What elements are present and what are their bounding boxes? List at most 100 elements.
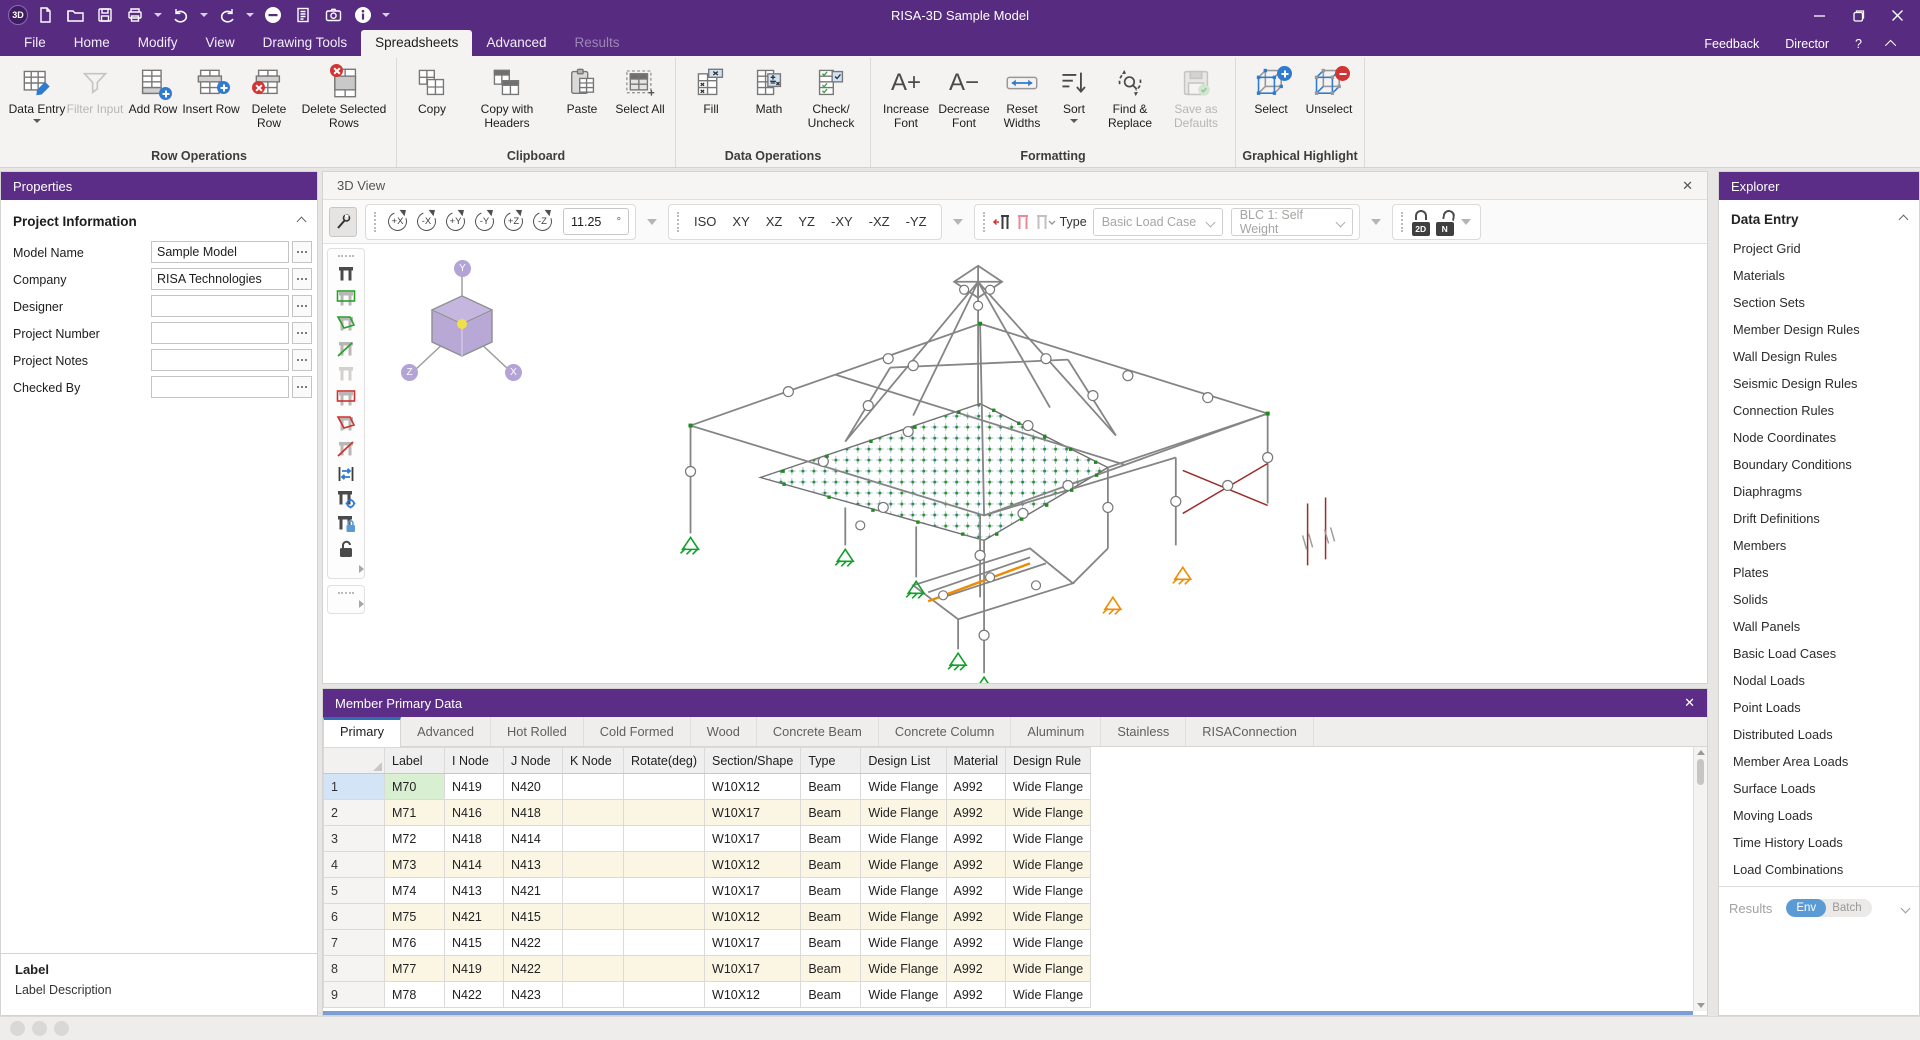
i-node-cell[interactable]: N415 xyxy=(445,930,504,956)
collapse-section-icon[interactable] xyxy=(297,217,307,227)
property-more-button[interactable] xyxy=(292,349,312,371)
i-node-cell[interactable]: N418 xyxy=(445,826,504,852)
select-all-button[interactable]: Select All xyxy=(611,60,669,144)
property-more-button[interactable] xyxy=(292,241,312,263)
spreadsheet-tab[interactable]: Hot Rolled xyxy=(491,717,584,746)
data-entry-button[interactable]: Data Entry xyxy=(8,60,66,144)
tab-view[interactable]: View xyxy=(192,30,249,56)
line-unselect-tool-icon[interactable] xyxy=(333,436,359,461)
k-node-cell[interactable] xyxy=(563,930,624,956)
property-value-input[interactable]: Sample Model xyxy=(151,241,289,263)
segment-drag-handle[interactable] xyxy=(1401,212,1404,232)
explorer-item[interactable]: Time History Loads xyxy=(1719,829,1919,856)
unlock-selection-tool-icon[interactable] xyxy=(333,536,359,561)
table-horizontal-scrollbar[interactable] xyxy=(323,1011,1693,1015)
table-row[interactable]: 2 M71 N416 N418 W10X17 Beam Wide Flange … xyxy=(324,800,1091,826)
design-list-cell[interactable]: Wide Flange xyxy=(861,982,946,1008)
tab-file[interactable]: File xyxy=(10,30,60,56)
explorer-item[interactable]: Section Sets xyxy=(1719,289,1919,316)
close-3d-view-icon[interactable]: ✕ xyxy=(1682,178,1693,194)
table-row[interactable]: 4 M73 N414 N413 W10X12 Beam Wide Flange … xyxy=(324,852,1091,878)
explorer-item[interactable]: Drift Definitions xyxy=(1719,505,1919,532)
tab-spreadsheets[interactable]: Spreadsheets xyxy=(361,30,472,56)
explorer-item[interactable]: Diaphragms xyxy=(1719,478,1919,505)
table-row[interactable]: 9 M78 N422 N423 W10X12 Beam Wide Flange … xyxy=(324,982,1091,1008)
j-node-cell[interactable]: N422 xyxy=(504,956,563,982)
view-preset-button[interactable]: XY xyxy=(724,214,757,229)
minimize-button[interactable] xyxy=(1813,9,1826,22)
type-cell[interactable]: Beam xyxy=(801,852,861,878)
k-node-cell[interactable] xyxy=(563,878,624,904)
explorer-item[interactable]: Moving Loads xyxy=(1719,802,1919,829)
table-corner-cell[interactable] xyxy=(324,748,385,774)
rotate-cell[interactable] xyxy=(624,930,705,956)
j-node-cell[interactable]: N422 xyxy=(504,930,563,956)
rotate-segment-dropdown-icon[interactable] xyxy=(647,219,657,225)
explorer-item[interactable]: Connection Rules xyxy=(1719,397,1919,424)
k-node-cell[interactable] xyxy=(563,774,624,800)
material-cell[interactable]: A992 xyxy=(946,774,1005,800)
criteria-select-tool-icon[interactable] xyxy=(333,486,359,511)
view-preset-button[interactable]: ISO xyxy=(686,214,724,229)
node-lock-button[interactable]: N xyxy=(1434,208,1456,236)
property-more-button[interactable] xyxy=(292,376,312,398)
loads-segment-dropdown-icon[interactable] xyxy=(1371,219,1381,225)
column-header[interactable]: Rotate(deg) xyxy=(624,748,705,774)
segment-drag-handle[interactable] xyxy=(983,212,986,232)
row-number-cell[interactable]: 1 xyxy=(324,774,385,800)
explorer-item[interactable]: Plates xyxy=(1719,559,1919,586)
section-shape-cell[interactable]: W10X17 xyxy=(705,826,801,852)
j-node-cell[interactable]: N413 xyxy=(504,852,563,878)
paste-button[interactable]: Paste xyxy=(553,60,611,144)
type-cell[interactable]: Beam xyxy=(801,774,861,800)
label-cell[interactable]: M77 xyxy=(385,956,445,982)
i-node-cell[interactable]: N422 xyxy=(445,982,504,1008)
column-header[interactable]: Type xyxy=(801,748,861,774)
rotate-cell[interactable] xyxy=(624,774,705,800)
i-node-cell[interactable]: N414 xyxy=(445,852,504,878)
row-number-cell[interactable]: 7 xyxy=(324,930,385,956)
member-data-table[interactable]: LabelI NodeJ NodeK NodeRotate(deg)Sectio… xyxy=(323,747,1091,1008)
row-number-cell[interactable]: 8 xyxy=(324,956,385,982)
rotate-cell[interactable] xyxy=(624,904,705,930)
property-more-button[interactable] xyxy=(292,295,312,317)
j-node-cell[interactable]: N414 xyxy=(504,826,563,852)
explorer-item[interactable]: Nodal Loads xyxy=(1719,667,1919,694)
row-number-cell[interactable]: 4 xyxy=(324,852,385,878)
rotate-view-button[interactable]: +Y xyxy=(441,208,470,236)
design-list-cell[interactable]: Wide Flange xyxy=(861,852,946,878)
table-vertical-scrollbar[interactable] xyxy=(1693,747,1707,1011)
label-cell[interactable]: M72 xyxy=(385,826,445,852)
sort-button[interactable]: Sort xyxy=(1051,60,1097,144)
load-case-select[interactable]: BLC 1: Self Weight xyxy=(1231,208,1353,236)
help-link[interactable]: ? xyxy=(1855,37,1862,51)
insert-row-button[interactable]: Insert Row xyxy=(182,60,240,144)
info-icon[interactable] xyxy=(350,3,376,27)
project-information-section-header[interactable]: Project Information xyxy=(1,200,317,239)
j-node-cell[interactable]: N415 xyxy=(504,904,563,930)
info-dropdown-chevron-icon[interactable] xyxy=(382,13,390,17)
invert-selection-tool-icon[interactable] xyxy=(333,461,359,486)
spreadsheet-tab[interactable]: Wood xyxy=(691,717,757,746)
label-cell[interactable]: M73 xyxy=(385,852,445,878)
design-rule-cell[interactable]: Wide Flange xyxy=(1005,774,1090,800)
rotate-cell[interactable] xyxy=(624,878,705,904)
explorer-item[interactable]: Member Area Loads xyxy=(1719,748,1919,775)
env-toggle-option[interactable]: Env xyxy=(1786,899,1826,917)
rotate-cell[interactable] xyxy=(624,826,705,852)
explorer-item[interactable]: Solids xyxy=(1719,586,1919,613)
collapse-ribbon-icon[interactable] xyxy=(1885,40,1896,51)
copy-button[interactable]: Copy xyxy=(403,60,461,144)
material-cell[interactable]: A992 xyxy=(946,852,1005,878)
scroll-up-icon[interactable] xyxy=(1697,750,1705,755)
batch-toggle-option[interactable]: Batch xyxy=(1826,899,1871,917)
section-shape-cell[interactable]: W10X12 xyxy=(705,904,801,930)
load-type-select[interactable]: Basic Load Case xyxy=(1093,208,1223,236)
property-more-button[interactable] xyxy=(292,322,312,344)
results-dropdown-icon[interactable] xyxy=(1901,903,1911,913)
design-rule-cell[interactable]: Wide Flange xyxy=(1005,956,1090,982)
i-node-cell[interactable]: N419 xyxy=(445,774,504,800)
type-cell[interactable]: Beam xyxy=(801,956,861,982)
scroll-down-icon[interactable] xyxy=(1697,1003,1705,1008)
property-value-input[interactable] xyxy=(151,295,289,317)
